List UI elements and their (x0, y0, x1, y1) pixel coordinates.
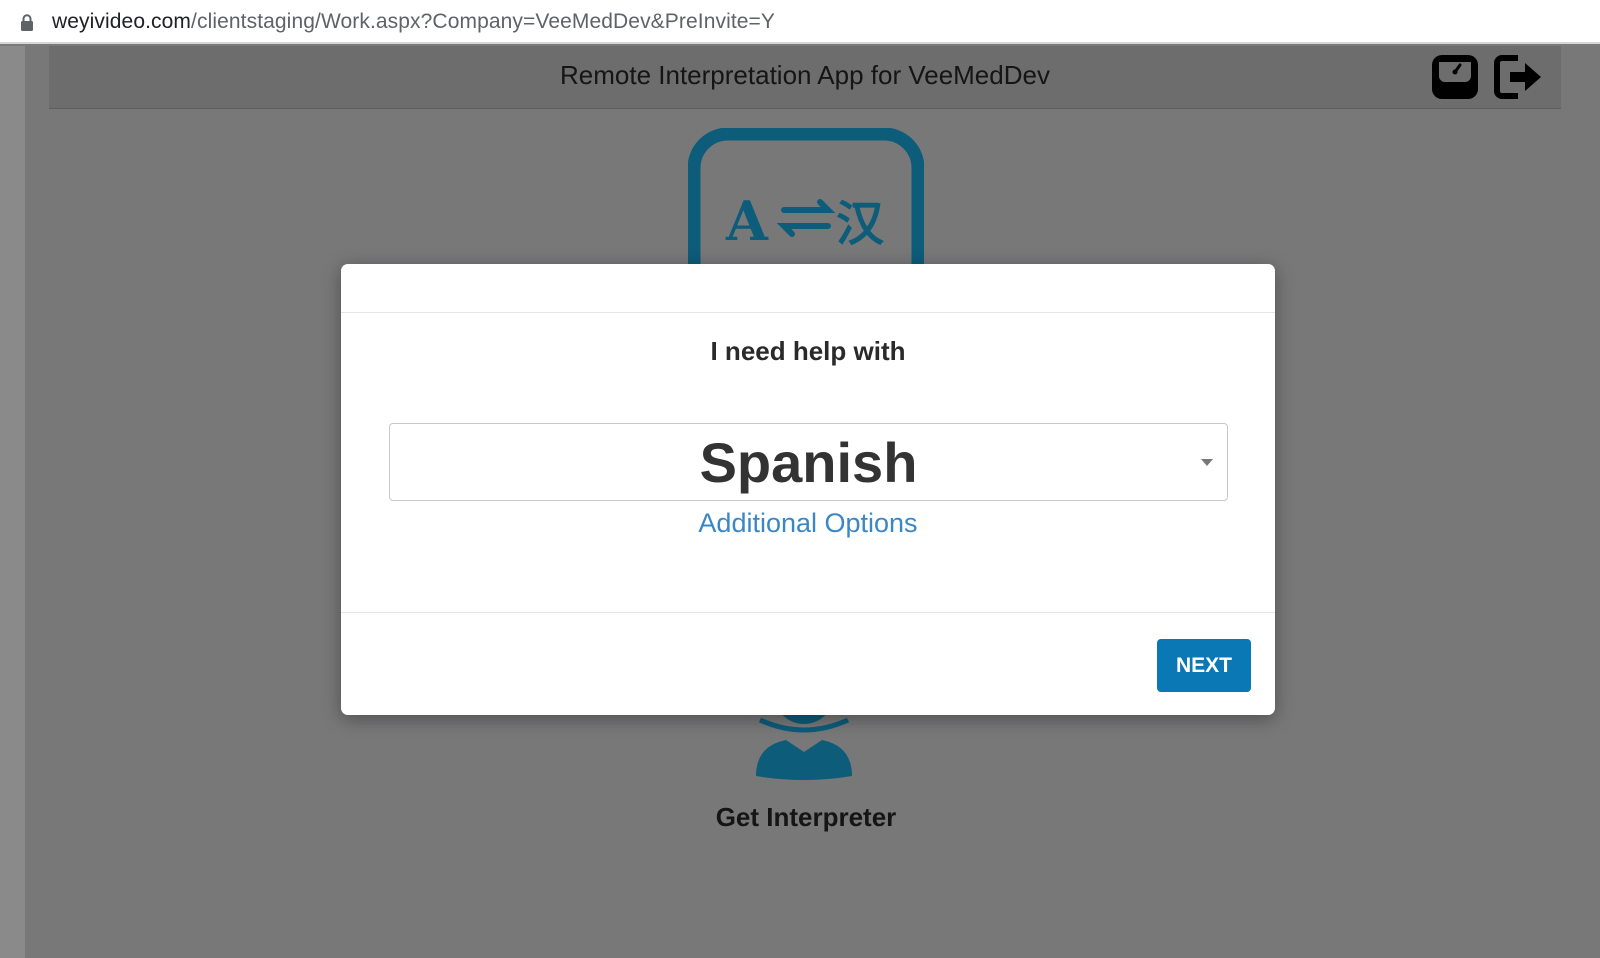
url-host: weyivideo.com (52, 10, 192, 33)
language-select[interactable]: Spanish (389, 423, 1228, 501)
url-text[interactable]: weyivideo.com/clientstaging/Work.aspx?Co… (52, 10, 775, 34)
logout-icon[interactable] (1492, 52, 1544, 102)
language-select-value: Spanish (699, 431, 918, 494)
chevron-down-icon (1201, 459, 1213, 466)
svg-text:A: A (725, 189, 769, 253)
browser-url-bar[interactable]: weyivideo.com/clientstaging/Work.aspx?Co… (0, 0, 1600, 44)
lock-icon (21, 14, 33, 31)
additional-options-link[interactable]: Additional Options (341, 508, 1275, 539)
app-header: Remote Interpretation App for VeeMedDev (49, 46, 1561, 109)
page-title: Remote Interpretation App for VeeMedDev (560, 60, 1050, 90)
svg-text:汉: 汉 (836, 196, 885, 252)
next-button[interactable]: NEXT (1157, 639, 1251, 692)
modal-footer: NEXT (341, 612, 1275, 715)
modal-heading: I need help with (710, 336, 906, 366)
modal-header (341, 264, 1275, 313)
url-path: /clientstaging/Work.aspx?Company=VeeMedD… (191, 10, 776, 33)
scale-icon[interactable] (1429, 52, 1481, 102)
language-modal: I need help with Spanish Additional Opti… (341, 264, 1275, 715)
get-interpreter-label[interactable]: Get Interpreter (0, 802, 1600, 833)
translate-icon: A 汉 (688, 128, 924, 268)
